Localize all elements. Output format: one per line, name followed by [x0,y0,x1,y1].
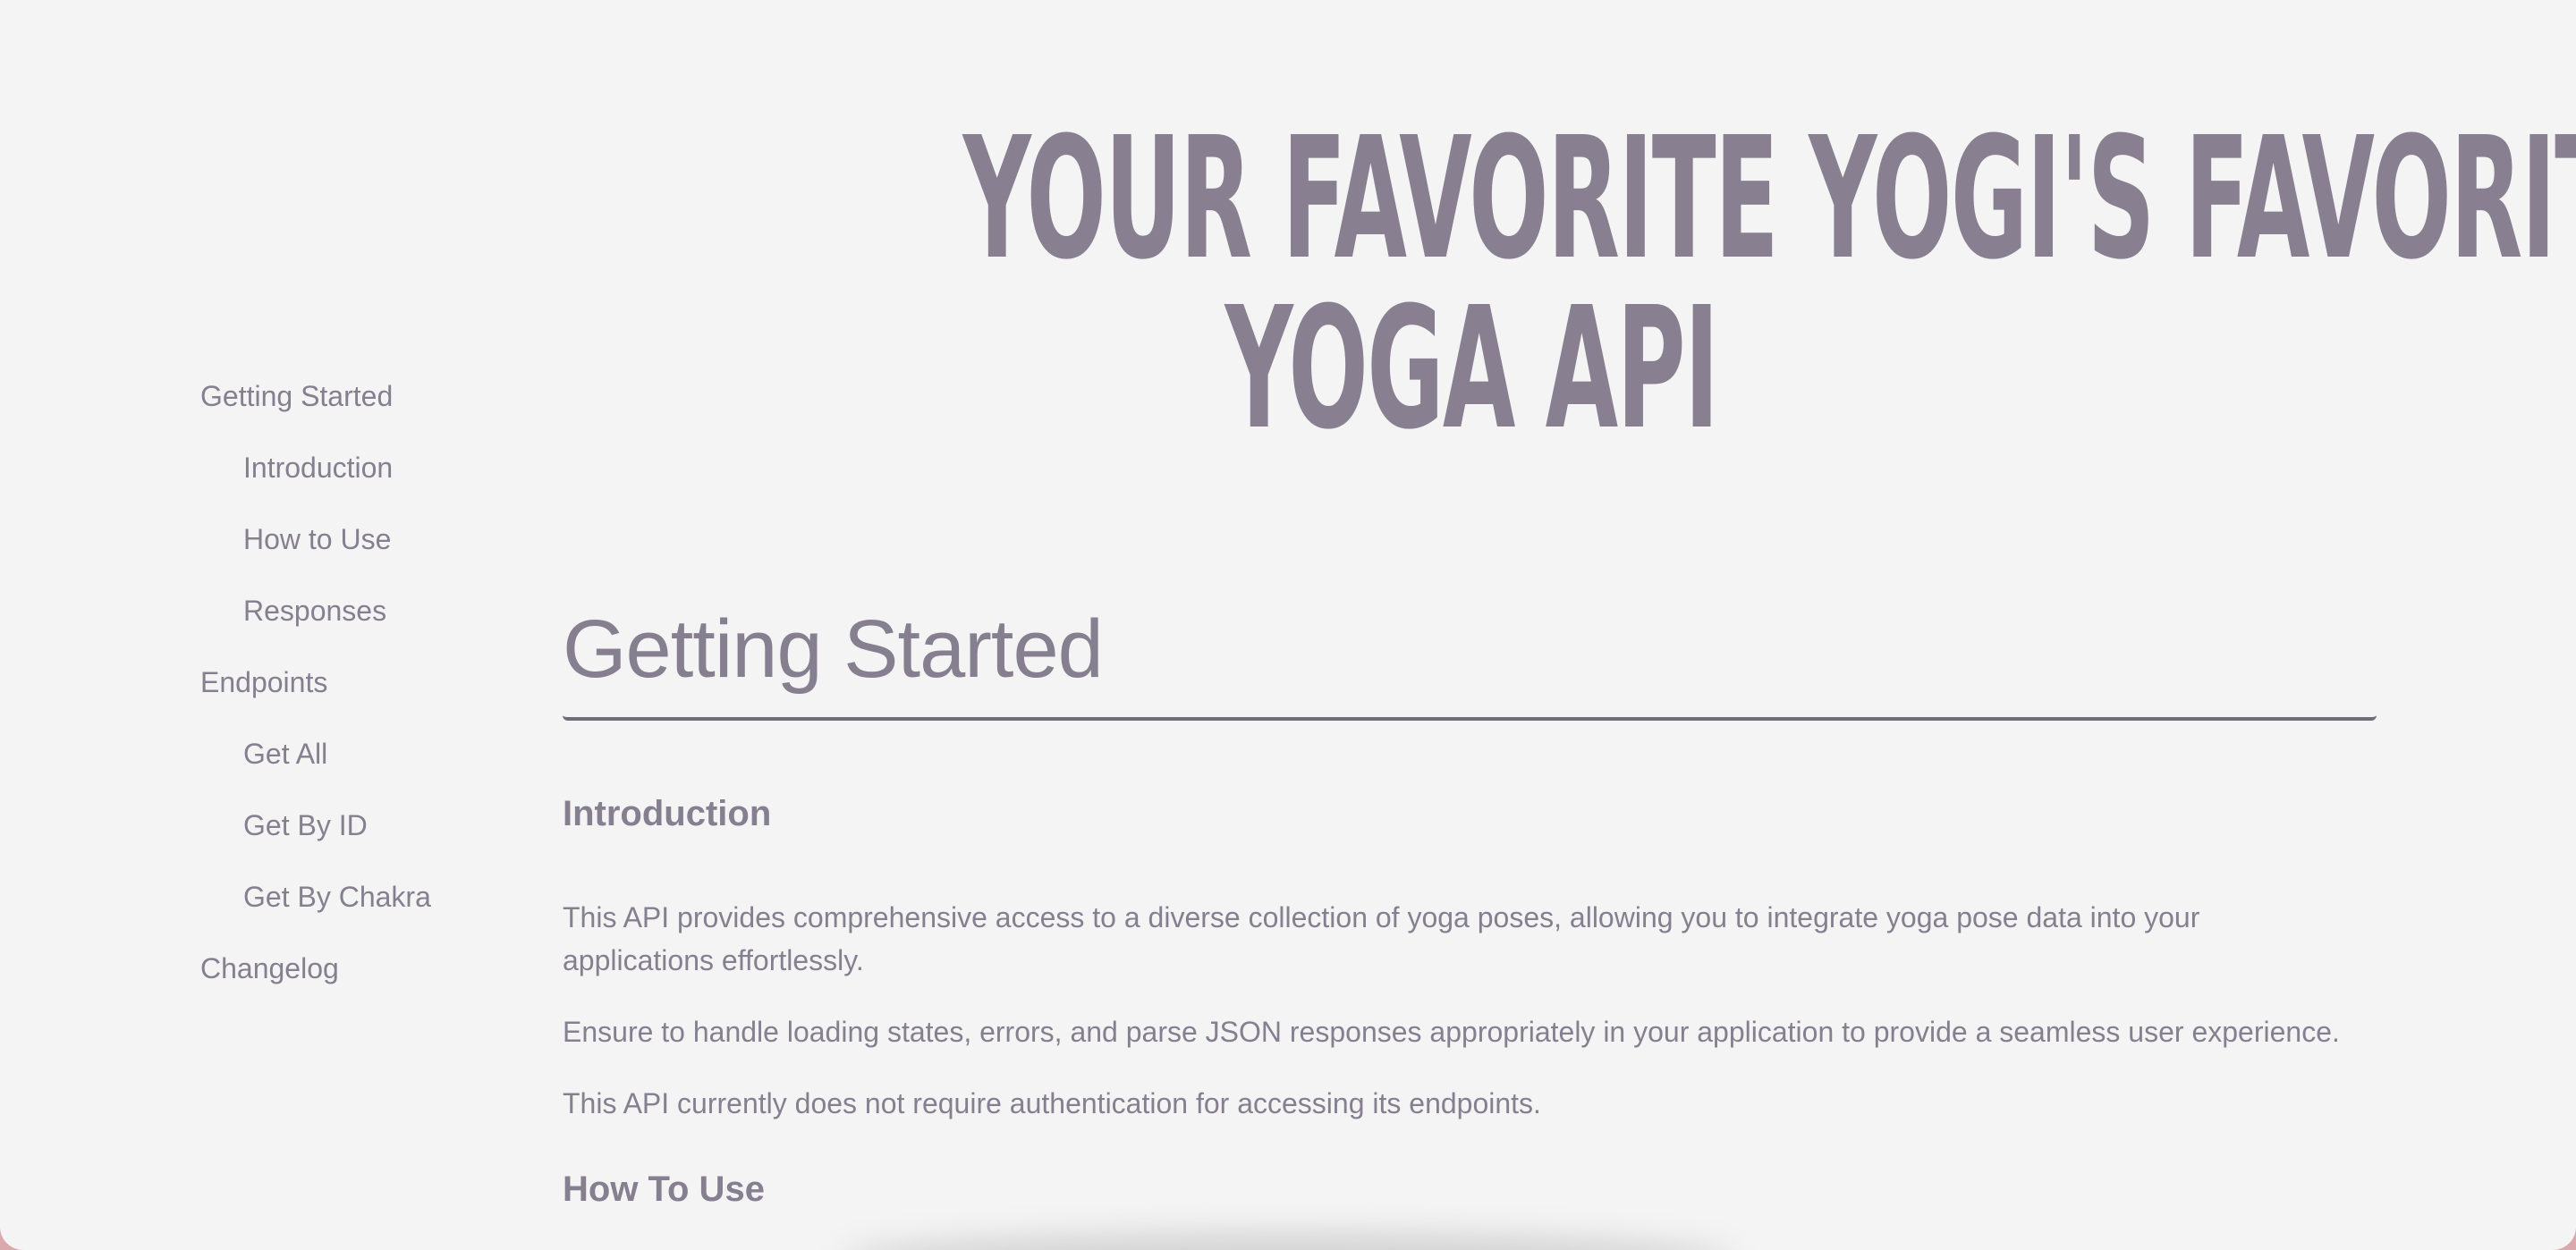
introduction-heading: Introduction [563,794,772,833]
hero-title: YOUR FAVORITE YOGI'S FAVORITE YOGA API [962,101,2576,467]
section-title: Getting Started [563,590,2377,721]
main-content: Getting Started Introduction This API pr… [563,590,2377,1209]
sidebar-item-responses[interactable]: Responses [200,588,504,660]
how-to-use-heading: How To Use [563,1170,765,1209]
sidebar-item-introduction[interactable]: Introduction [200,445,504,517]
sidebar-item-endpoints[interactable]: Endpoints [200,660,504,731]
hero-title-line-2: YOGA API [1224,271,1720,467]
sidebar-item-changelog[interactable]: Changelog [200,946,504,1018]
bottom-shadow [841,1234,1735,1250]
sidebar-item-getting-started[interactable]: Getting Started [200,374,504,445]
sidebar-item-get-by-id[interactable]: Get By ID [200,803,504,874]
intro-paragraph-2: Ensure to handle loading states, errors,… [563,1016,2340,1048]
app-window: YOUR FAVORITE YOGI'S FAVORITE YOGA API G… [0,0,2576,1250]
sidebar-item-how-to-use[interactable]: How to Use [200,517,504,588]
hero-title-line-1: YOUR FAVORITE YOGI'S FAVORITE [962,101,2576,297]
intro-paragraph-1: This API provides comprehensive access t… [563,901,2200,976]
sidebar-nav: Getting Started Introduction How to Use … [200,374,504,1018]
sidebar-item-get-all[interactable]: Get All [200,731,504,803]
intro-paragraph-3: This API currently does not require auth… [563,1087,1541,1119]
sidebar-item-get-by-chakra[interactable]: Get By Chakra [200,874,504,946]
